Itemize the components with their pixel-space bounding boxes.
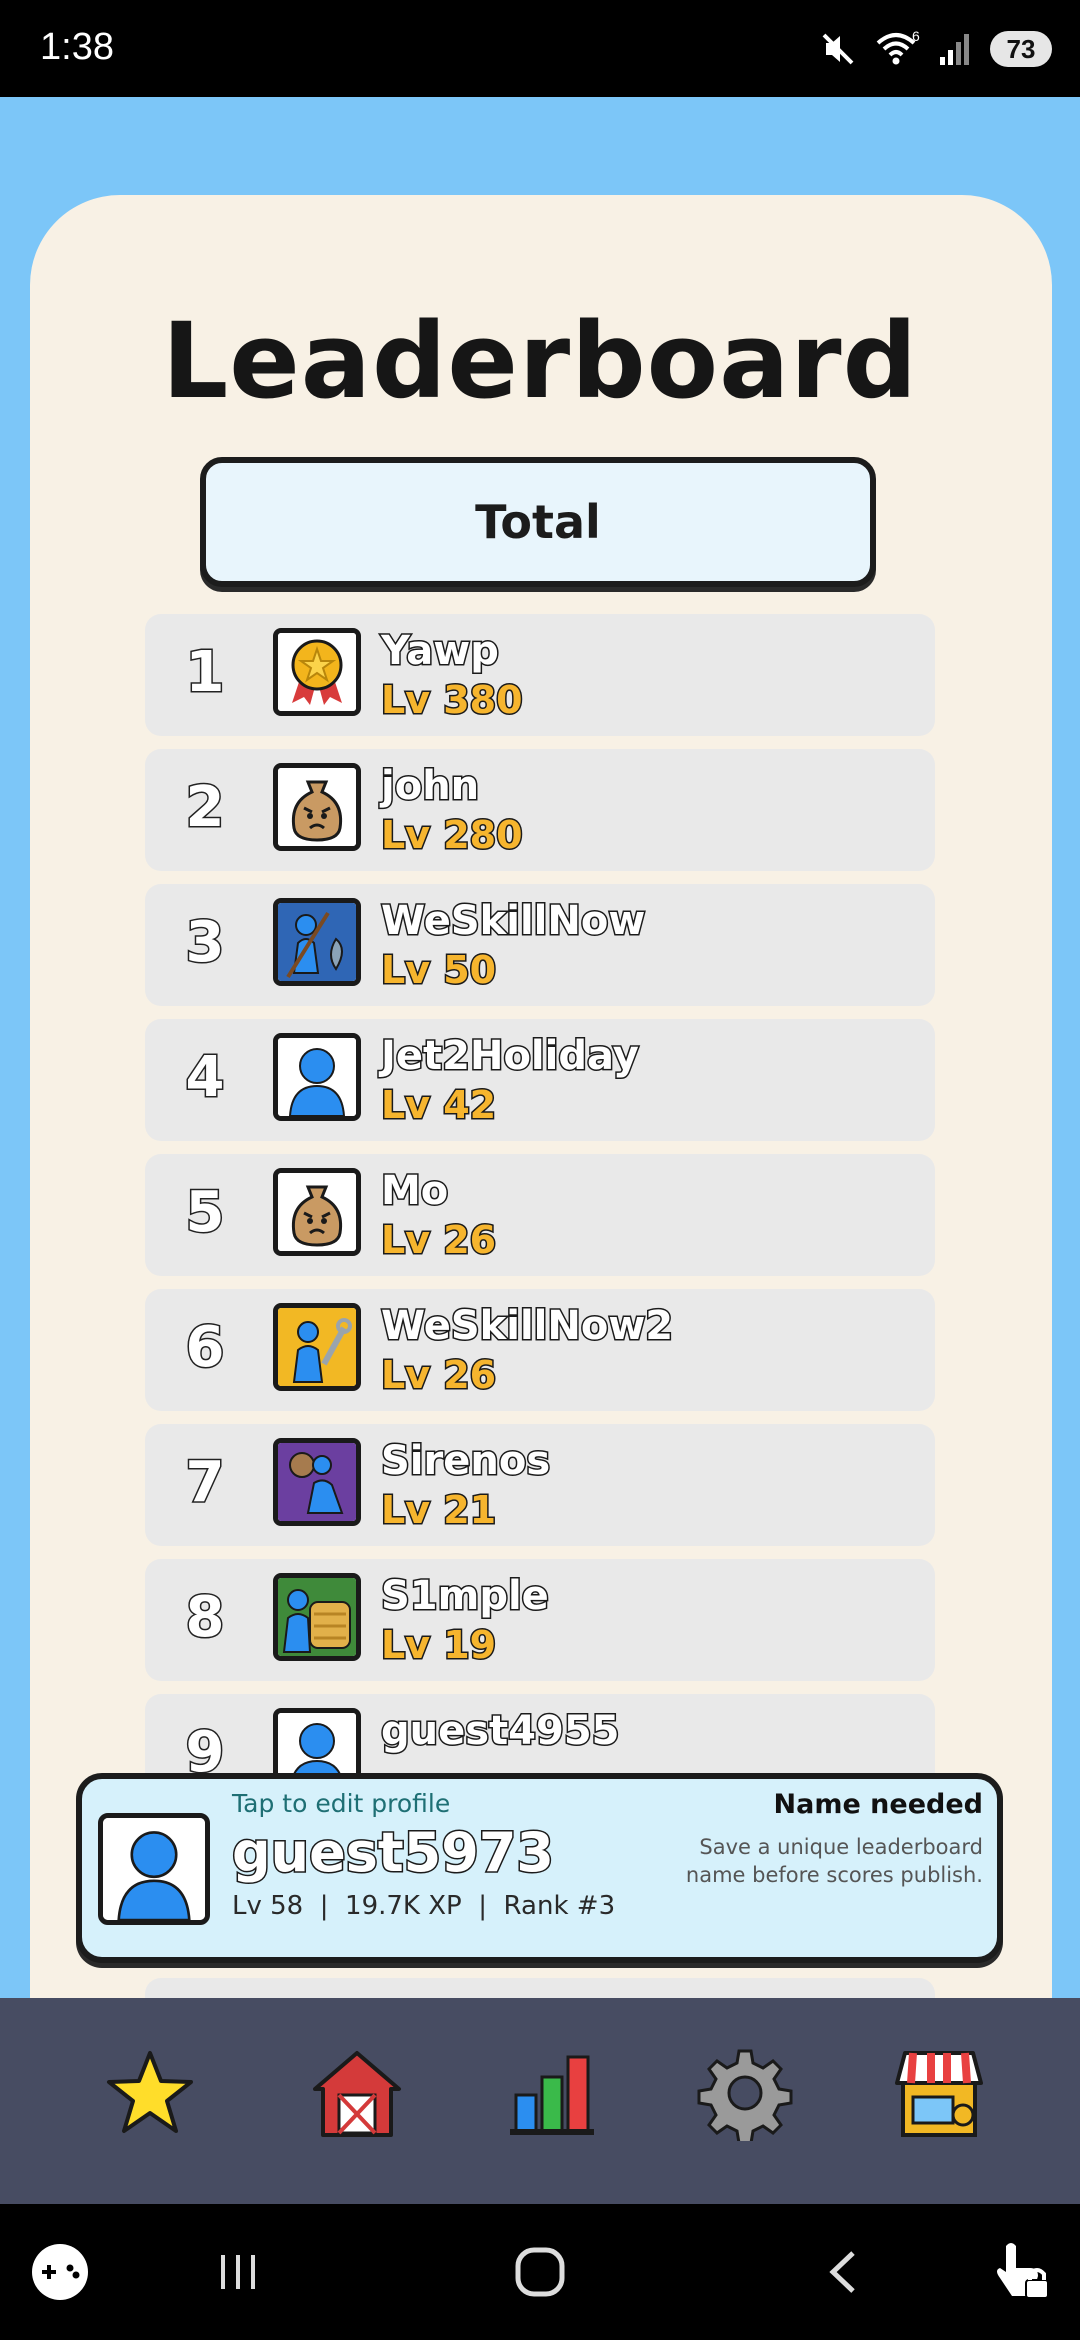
rank-number: 1 — [184, 639, 226, 707]
leaderboard-row[interactable]: 7 Sirenos Lv 21 — [145, 1424, 935, 1546]
page-title: Leaderboard — [161, 300, 919, 422]
my-profile-panel[interactable]: Tap to edit profile guest5973 Lv 58 | 19… — [76, 1773, 1003, 1963]
game-controller-icon[interactable] — [24, 2236, 96, 2308]
player-level: Lv 21 — [379, 1487, 497, 1534]
wifi-icon: 6 — [876, 29, 920, 65]
player-name: guest4955 — [380, 1707, 621, 1756]
edit-profile-hint: Tap to edit profile — [232, 1789, 451, 1818]
player-name: S1mple — [380, 1572, 551, 1621]
player-name: john — [379, 762, 480, 811]
profile-name: guest5973 — [231, 1820, 556, 1886]
back-icon[interactable] — [808, 2236, 880, 2308]
rank-number: 5 — [184, 1179, 226, 1247]
leaderboard-row[interactable]: 6 WeSkillNow2 Lv 26 — [145, 1289, 935, 1411]
medal-icon — [273, 628, 361, 716]
status-icons: 6 73 — [818, 24, 1052, 74]
barn-icon[interactable] — [302, 2038, 412, 2148]
filter-total-button[interactable]: Total — [200, 457, 876, 587]
profile-stats: Lv 58 | 19.7K XP | Rank #3 — [232, 1891, 616, 1921]
leaderboard-row[interactable]: 1 Yawp Lv 380 — [145, 614, 935, 736]
player-name: Sirenos — [379, 1437, 551, 1486]
hay-bale-icon — [273, 1573, 361, 1661]
player-level: Lv 42 — [379, 1082, 497, 1129]
recent-apps-icon[interactable] — [202, 2236, 274, 2308]
player-name: WeSkillNow — [379, 897, 646, 946]
player-name: WeSkillNow2 — [379, 1302, 674, 1351]
player-level: Lv 19 — [379, 1622, 497, 1669]
settings-gear-icon[interactable] — [690, 2038, 800, 2148]
svg-text:6: 6 — [912, 29, 920, 44]
leaderboard-row[interactable]: 8 S1mple Lv 19 — [145, 1559, 935, 1681]
rank-number: 2 — [184, 774, 226, 842]
status-time: 1:38 — [40, 26, 114, 68]
home-icon[interactable] — [504, 2236, 576, 2308]
rank-number: 4 — [184, 1044, 226, 1112]
wrench-worker-icon — [273, 1303, 361, 1391]
player-level: Lv 50 — [379, 947, 497, 994]
player-level: Lv 26 — [379, 1217, 497, 1264]
avatar — [98, 1813, 210, 1925]
leaderboard-row[interactable]: 2 john Lv 280 — [145, 749, 935, 871]
angry-sack-icon — [273, 763, 361, 851]
touch-lock-icon[interactable] — [986, 2236, 1058, 2308]
player-level: Lv 26 — [379, 1352, 497, 1399]
player-name: Jet2Holiday — [380, 1032, 641, 1081]
bottom-nav — [0, 1998, 1080, 2204]
status-bar: 1:38 6 73 — [0, 0, 1080, 97]
leaderboard-row[interactable]: 4 Jet2Holiday Lv 42 — [145, 1019, 935, 1141]
shop-icon[interactable] — [884, 2038, 994, 2148]
bar-chart-icon[interactable] — [497, 2038, 607, 2148]
rank-number: 7 — [184, 1449, 226, 1517]
rank-number: 6 — [184, 1314, 226, 1382]
signal-icon — [940, 34, 969, 65]
player-level: Lv 280 — [380, 812, 525, 859]
star-icon[interactable] — [95, 2038, 205, 2148]
runner-icon — [273, 1438, 361, 1526]
rank-number: 3 — [184, 909, 226, 977]
player-name: Mo — [379, 1167, 449, 1216]
player-name: Yawp — [380, 627, 501, 676]
leaderboard-row[interactable]: 5 Mo Lv 26 — [145, 1154, 935, 1276]
battery-icon: 73 — [990, 31, 1052, 67]
mute-icon — [822, 33, 854, 65]
rank-number: 8 — [184, 1584, 226, 1652]
player-level: Lv 380 — [380, 677, 525, 724]
person-icon — [273, 1033, 361, 1121]
angry-sack-icon — [273, 1168, 361, 1256]
leaderboard-row[interactable]: 3 WeSkillNow Lv 50 — [145, 884, 935, 1006]
name-needed-status: Name needed — [773, 1789, 983, 1820]
system-nav-bar — [0, 2204, 1080, 2340]
fishing-icon — [273, 898, 361, 986]
name-needed-note: Save a unique leaderboard name before sc… — [685, 1835, 983, 1887]
